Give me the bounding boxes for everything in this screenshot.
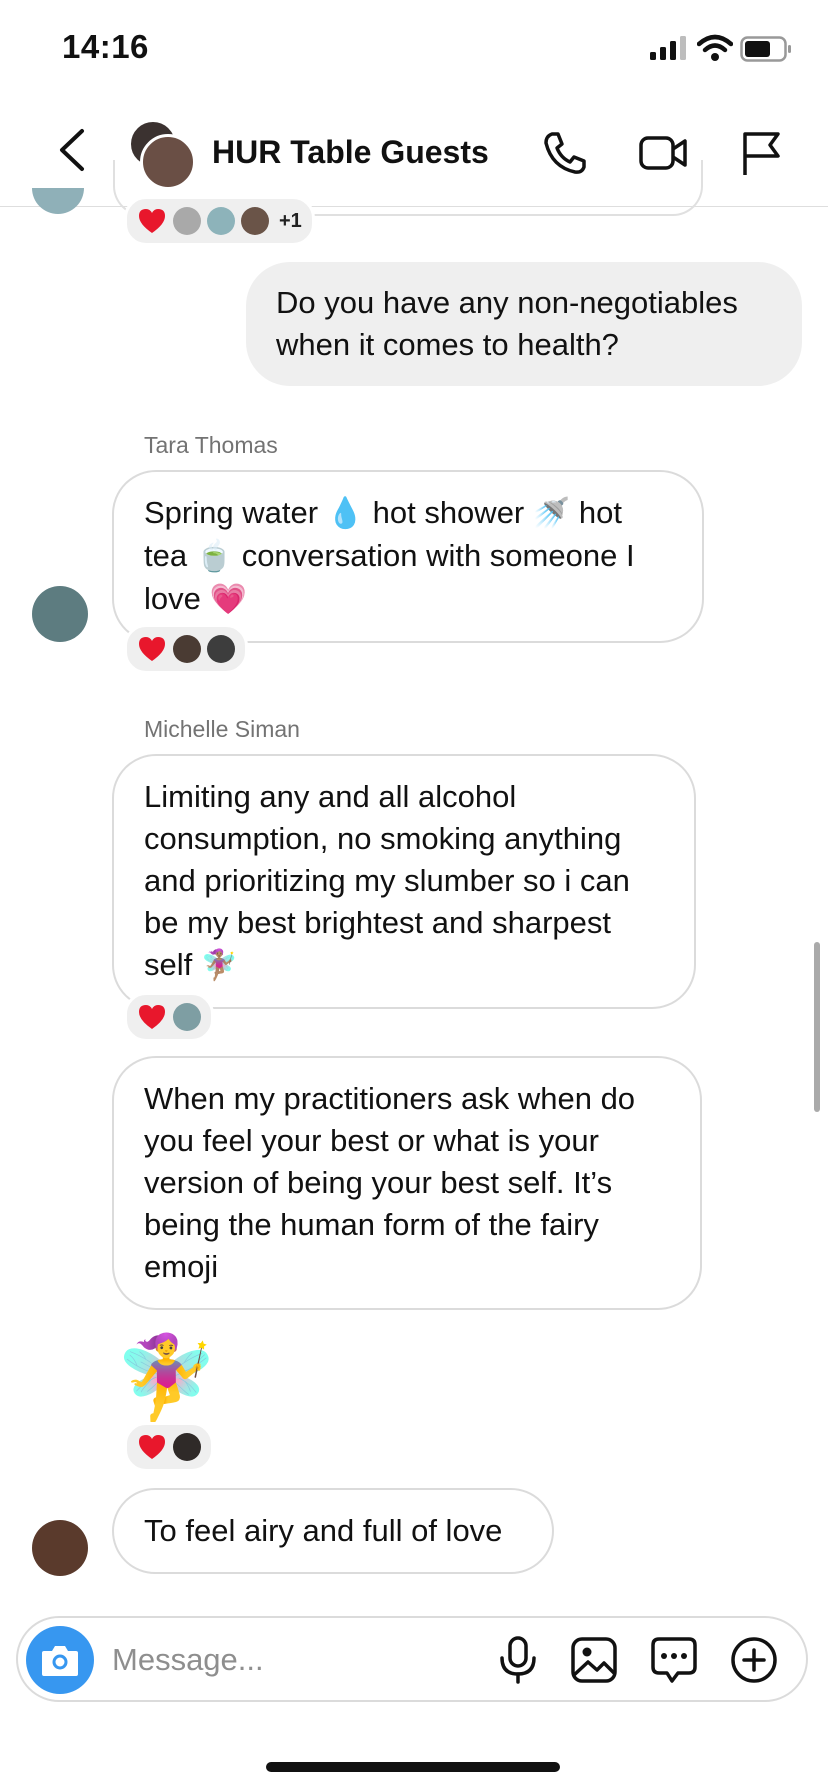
heart-emoji: 💗 (209, 583, 247, 616)
message-input[interactable] (110, 1634, 474, 1686)
scrollbar[interactable] (814, 942, 820, 1112)
camera-button[interactable] (26, 1626, 94, 1694)
status-time: 14:16 (62, 28, 149, 65)
reaction-bar[interactable] (124, 1422, 214, 1472)
incoming-message[interactable]: To feel airy and full of love (112, 1488, 554, 1574)
flag-icon[interactable] (736, 128, 786, 178)
back-icon[interactable] (52, 125, 92, 175)
reaction-bar[interactable] (124, 992, 214, 1042)
message-text: Spring water (144, 495, 327, 530)
reactor-avatar (241, 207, 269, 235)
tea-emoji: 🍵 (195, 540, 234, 573)
sender-name: Tara Thomas (144, 432, 278, 458)
heart-icon (139, 209, 165, 233)
reactor-avatar (207, 635, 235, 663)
incoming-message[interactable]: Limiting any and all alcohol consumption… (112, 754, 696, 1009)
home-indicator (266, 1762, 560, 1772)
shower-emoji: 🚿 (532, 497, 571, 530)
fairy-emoji: 🧚🏽‍♀️ (200, 949, 239, 982)
reactor-avatar (207, 207, 235, 235)
sticker-icon[interactable] (648, 1634, 700, 1686)
reactor-avatar (173, 1433, 201, 1461)
plus-icon[interactable] (728, 1634, 780, 1686)
signal-icon (650, 36, 686, 60)
gallery-icon[interactable] (568, 1634, 620, 1686)
heart-icon (139, 1005, 165, 1029)
avatar[interactable] (32, 586, 88, 642)
message-text: hot shower (364, 495, 533, 530)
incoming-message[interactable]: Spring water 💧 hot shower 🚿 hot tea 🍵 co… (112, 470, 704, 643)
fairy-sticker[interactable]: 🧚‍♀️ (114, 1328, 219, 1428)
reaction-more-count: +1 (279, 209, 302, 232)
reactor-avatar (173, 635, 201, 663)
wifi-icon (697, 34, 733, 61)
reaction-bar[interactable]: +1 (124, 196, 315, 246)
reactor-avatar (173, 1003, 201, 1031)
incoming-message[interactable]: When my practitioners ask when do you fe… (112, 1056, 702, 1310)
droplet-emoji: 💧 (326, 497, 364, 530)
heart-icon (139, 637, 165, 661)
reaction-bar[interactable] (124, 624, 248, 674)
battery-icon (740, 36, 791, 62)
avatar (32, 188, 84, 214)
reactor-avatar (173, 207, 201, 235)
camera-icon (42, 1646, 78, 1676)
outgoing-message[interactable]: Do you have any non-negotiables when it … (246, 262, 802, 386)
sender-name: Michelle Siman (144, 716, 300, 742)
avatar[interactable] (32, 1520, 88, 1576)
heart-icon (139, 1435, 165, 1459)
mic-icon[interactable] (492, 1634, 544, 1686)
